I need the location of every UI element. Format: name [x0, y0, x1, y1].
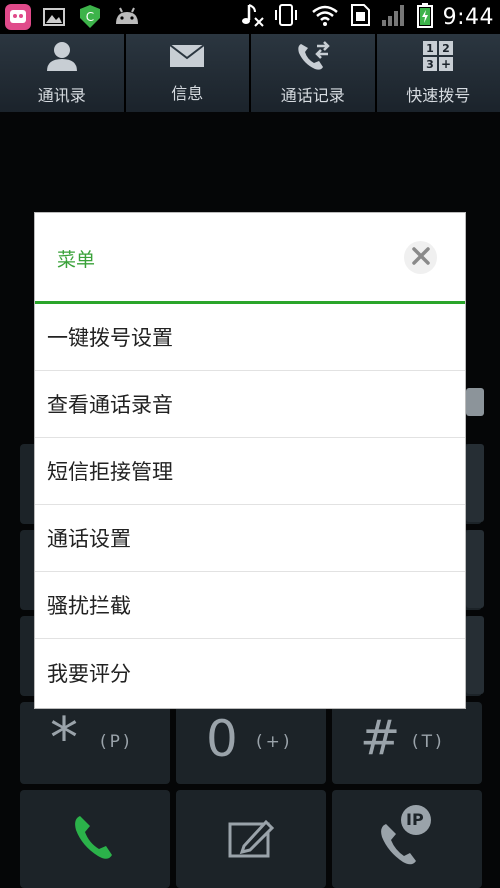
dialog-title: 菜单: [57, 249, 96, 271]
menu-item-sms-reject[interactable]: 短信拒接管理: [35, 438, 465, 505]
music-off-icon: [241, 2, 265, 32]
ip-label: IP: [406, 810, 424, 829]
ip-call-button[interactable]: IP: [332, 790, 482, 888]
key-star-main: *: [50, 706, 78, 771]
call-button[interactable]: [20, 790, 170, 888]
key-zero-sub: (+): [256, 732, 293, 752]
tab-call-log[interactable]: 通话记录: [251, 34, 375, 112]
svg-text:+: +: [441, 57, 451, 71]
key-edge: [466, 444, 484, 522]
close-icon: [411, 246, 430, 269]
menu-item-harassment-block[interactable]: 骚扰拦截: [35, 572, 465, 639]
sim-icon: [349, 2, 371, 32]
tab-speed-dial[interactable]: 1 2 3 + 快速拨号: [376, 34, 500, 112]
tab-contacts[interactable]: 通讯录: [0, 34, 124, 112]
menu-item-call-recordings[interactable]: 查看通话录音: [35, 371, 465, 438]
menu-dialog: 菜单 一键拨号设置 查看通话录音 短信拒接管理 通话设置 骚扰拦截 我要评分: [35, 213, 465, 708]
tab-label: 信息: [171, 84, 204, 103]
android-icon: [112, 3, 140, 31]
key-hash-main: #: [360, 710, 401, 766]
key-hash-sub: (T): [412, 732, 445, 752]
tab-messages[interactable]: 信息: [125, 34, 249, 112]
speed-dial-icon: 1 2 3 +: [422, 40, 454, 76]
edit-number-button[interactable]: [176, 790, 326, 888]
wifi-icon: [311, 3, 339, 31]
phone-icon: [72, 814, 116, 866]
contacts-icon: [44, 40, 80, 76]
battery-charging-icon: [416, 2, 433, 32]
call-log-icon: [295, 40, 331, 76]
edit-icon: [226, 816, 276, 864]
close-button[interactable]: [404, 241, 437, 274]
menu-item-call-settings[interactable]: 通话设置: [35, 505, 465, 572]
signal-icon: [381, 3, 407, 31]
tab-bar: 通讯录 信息 通话记录 1 2 3 + 快速拨号: [0, 34, 500, 112]
key-hash[interactable]: # (T): [332, 702, 482, 784]
key-edge: [466, 530, 484, 608]
gallery-icon: [40, 3, 68, 31]
status-bar: C 9:44: [0, 0, 500, 34]
key-zero[interactable]: 0 (+): [176, 702, 326, 784]
message-icon: [168, 42, 206, 74]
key-star-sub: (P): [100, 732, 133, 752]
svg-text:2: 2: [442, 42, 450, 55]
app-badge-icon: [4, 3, 32, 31]
svg-text:C: C: [86, 10, 94, 24]
tab-label: 快速拨号: [406, 86, 471, 105]
menu-item-one-key-dial[interactable]: 一键拨号设置: [35, 304, 465, 371]
vibrate-icon: [274, 2, 301, 32]
key-star[interactable]: * (P): [20, 702, 170, 784]
key-zero-main: 0: [206, 710, 238, 768]
backspace-edge: [466, 388, 484, 416]
clock: 9:44: [442, 4, 494, 30]
svg-text:3: 3: [426, 58, 434, 71]
svg-text:1: 1: [426, 42, 434, 55]
menu-item-rate-app[interactable]: 我要评分: [35, 639, 465, 706]
tab-label: 通话记录: [280, 86, 345, 105]
key-edge: [466, 616, 484, 694]
tab-label: 通讯录: [37, 86, 86, 105]
menu-list: 一键拨号设置 查看通话录音 短信拒接管理 通话设置 骚扰拦截 我要评分: [35, 304, 465, 706]
dialog-header: 菜单: [35, 213, 465, 301]
security-icon: C: [76, 3, 104, 31]
